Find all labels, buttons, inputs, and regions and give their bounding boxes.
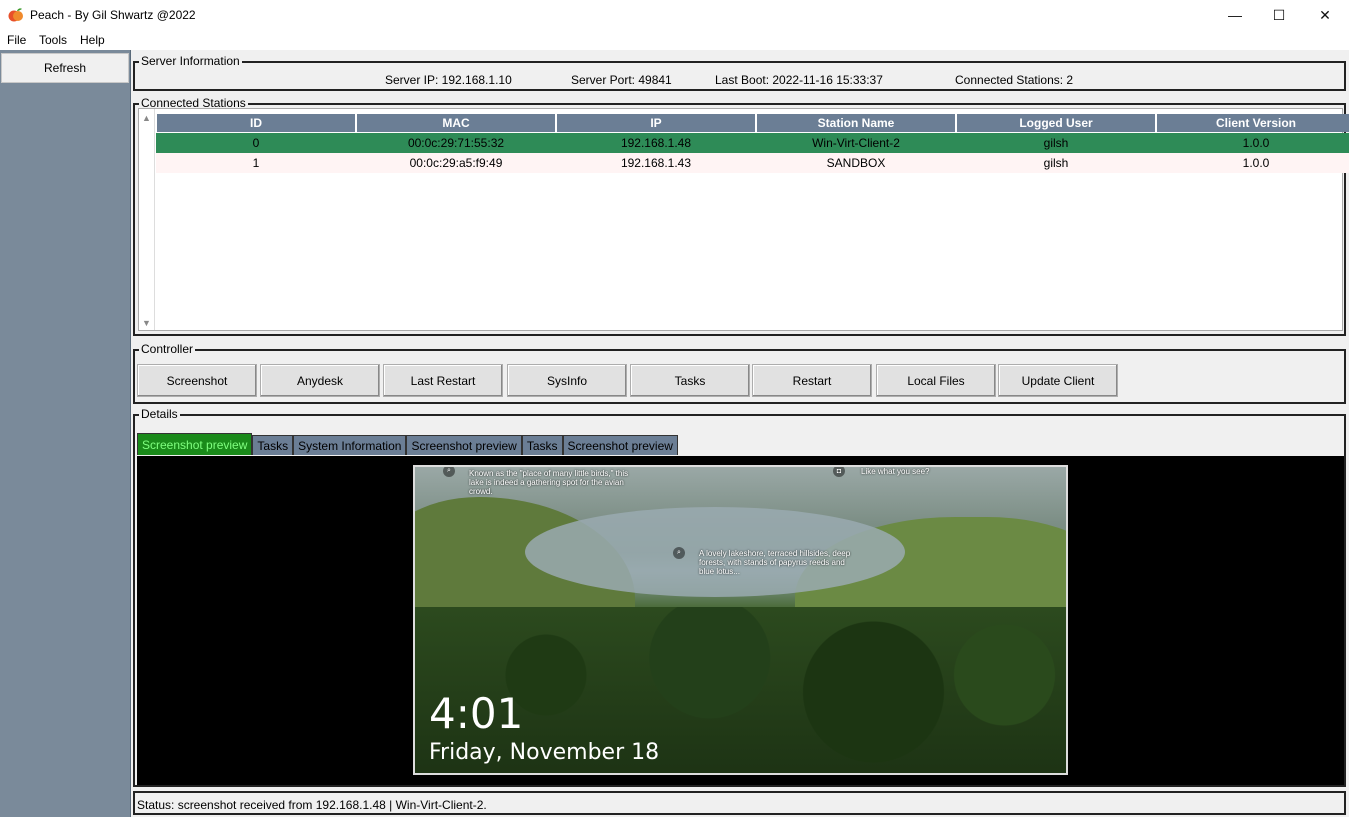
- minimize-icon[interactable]: —: [1212, 0, 1258, 30]
- connected-stations-count: Connected Stations: 2: [955, 73, 1074, 87]
- peach-app-icon: [8, 8, 23, 22]
- tab-screenshot-preview[interactable]: Screenshot preview: [137, 433, 253, 455]
- cell-mac: 00:0c:29:a5:f9:49: [409, 156, 503, 170]
- search-icon: ⌕: [673, 547, 685, 559]
- table-row[interactable]: 0 00:0c:29:71:55:32 192.168.1.48 Win-Vir…: [156, 133, 1349, 153]
- column-header-client-version[interactable]: Client Version: [1156, 114, 1349, 132]
- column-header-station-name[interactable]: Station Name: [756, 114, 956, 132]
- details-group: Details Screenshot preview Tasks System …: [133, 407, 1346, 787]
- table-row[interactable]: 1 00:0c:29:a5:f9:49 192.168.1.43 SANDBOX…: [156, 153, 1349, 173]
- column-header-mac[interactable]: MAC: [356, 114, 556, 132]
- tasks-button[interactable]: Tasks: [630, 364, 750, 397]
- server-port: Server Port: 49841: [571, 73, 672, 87]
- menu-file[interactable]: File: [7, 33, 26, 47]
- server-information-group: Server Information Server IP: 192.168.1.…: [133, 54, 1346, 91]
- screenshot-caption-top-right: Like what you see?: [861, 467, 930, 476]
- cell-ip: 192.168.1.48: [620, 136, 692, 150]
- cell-logged-user: gilsh: [1043, 136, 1069, 150]
- anydesk-button[interactable]: Anydesk: [260, 364, 380, 397]
- screenshot-preview-area: ⌕ Known as the "place of many little bir…: [137, 456, 1344, 785]
- cell-station-name: Win-Virt-Client-2: [812, 136, 900, 150]
- update-client-button[interactable]: Update Client: [998, 364, 1118, 397]
- main-panel: Server Information Server IP: 192.168.1.…: [131, 50, 1349, 817]
- server-ip: Server IP: 192.168.1.10: [385, 73, 512, 87]
- lockscreen-date: Friday, November 18: [429, 740, 660, 765]
- scroll-up-icon[interactable]: ▲: [142, 113, 151, 123]
- sidebar: Refresh: [0, 50, 131, 817]
- table-scrollbar[interactable]: ▲ ▼: [139, 109, 155, 330]
- cell-id: 1: [252, 156, 260, 170]
- screenshot-caption-top-left: Known as the "place of many little birds…: [469, 469, 629, 496]
- cell-client-version: 1.0.0: [1242, 136, 1270, 150]
- menu-tools[interactable]: Tools: [39, 33, 67, 47]
- stations-table: ▲ ▼ ID MAC IP Station Name Logged User C…: [138, 108, 1349, 331]
- tab-screenshot-preview-3[interactable]: Screenshot preview: [562, 435, 678, 455]
- controller-legend: Controller: [139, 342, 196, 356]
- cell-logged-user: gilsh: [1043, 156, 1069, 170]
- maximize-icon[interactable]: ☐: [1256, 0, 1302, 30]
- table-header: ID MAC IP Station Name Logged User Clien…: [156, 114, 1349, 132]
- cell-id: 0: [252, 136, 260, 150]
- cell-client-version: 1.0.0: [1242, 156, 1270, 170]
- last-restart-button[interactable]: Last Restart: [383, 364, 503, 397]
- refresh-button[interactable]: Refresh: [1, 53, 129, 83]
- restart-button[interactable]: Restart: [752, 364, 872, 397]
- status-text: Status: screenshot received from 192.168…: [137, 798, 487, 812]
- title-bar: Peach - By Gil Shwartz @2022 — ☐ ✕: [0, 0, 1349, 30]
- cell-mac: 00:0c:29:71:55:32: [407, 136, 505, 150]
- tab-system-information[interactable]: System Information: [293, 435, 407, 455]
- tab-tasks[interactable]: Tasks: [252, 435, 294, 455]
- screenshot-image: ⌕ Known as the "place of many little bir…: [413, 465, 1068, 775]
- last-boot: Last Boot: 2022-11-16 15:33:37: [715, 73, 883, 87]
- close-icon[interactable]: ✕: [1302, 0, 1348, 30]
- sysinfo-button[interactable]: SysInfo: [507, 364, 627, 397]
- status-bar: Status: screenshot received from 192.168…: [133, 791, 1346, 815]
- screenshot-button[interactable]: Screenshot: [137, 364, 257, 397]
- cell-station-name: SANDBOX: [826, 156, 886, 170]
- server-information-legend: Server Information: [139, 54, 242, 68]
- column-header-logged-user[interactable]: Logged User: [956, 114, 1156, 132]
- controller-group: Controller Screenshot Anydesk Last Resta…: [133, 342, 1346, 404]
- details-legend: Details: [139, 407, 180, 421]
- connected-stations-group: Connected Stations ▲ ▼ ID MAC IP Station…: [133, 96, 1349, 336]
- cell-ip: 192.168.1.43: [620, 156, 692, 170]
- screenshot-caption-middle: A lovely lakeshore, terraced hillsides, …: [699, 549, 851, 576]
- details-tabs: Screenshot preview Tasks System Informat…: [137, 433, 678, 455]
- menu-help[interactable]: Help: [80, 33, 105, 47]
- local-files-button[interactable]: Local Files: [876, 364, 996, 397]
- tab-tasks-2[interactable]: Tasks: [521, 435, 563, 455]
- lockscreen-time: 4:01: [429, 689, 524, 738]
- search-icon: ⌕: [443, 467, 455, 477]
- scroll-down-icon[interactable]: ▼: [142, 318, 151, 328]
- menu-bar: File Tools Help: [0, 30, 1349, 50]
- column-header-ip[interactable]: IP: [556, 114, 756, 132]
- tab-screenshot-preview-2[interactable]: Screenshot preview: [406, 435, 522, 455]
- column-header-id[interactable]: ID: [156, 114, 356, 132]
- window-title: Peach - By Gil Shwartz @2022: [30, 8, 196, 22]
- camera-icon: ◘: [833, 467, 845, 477]
